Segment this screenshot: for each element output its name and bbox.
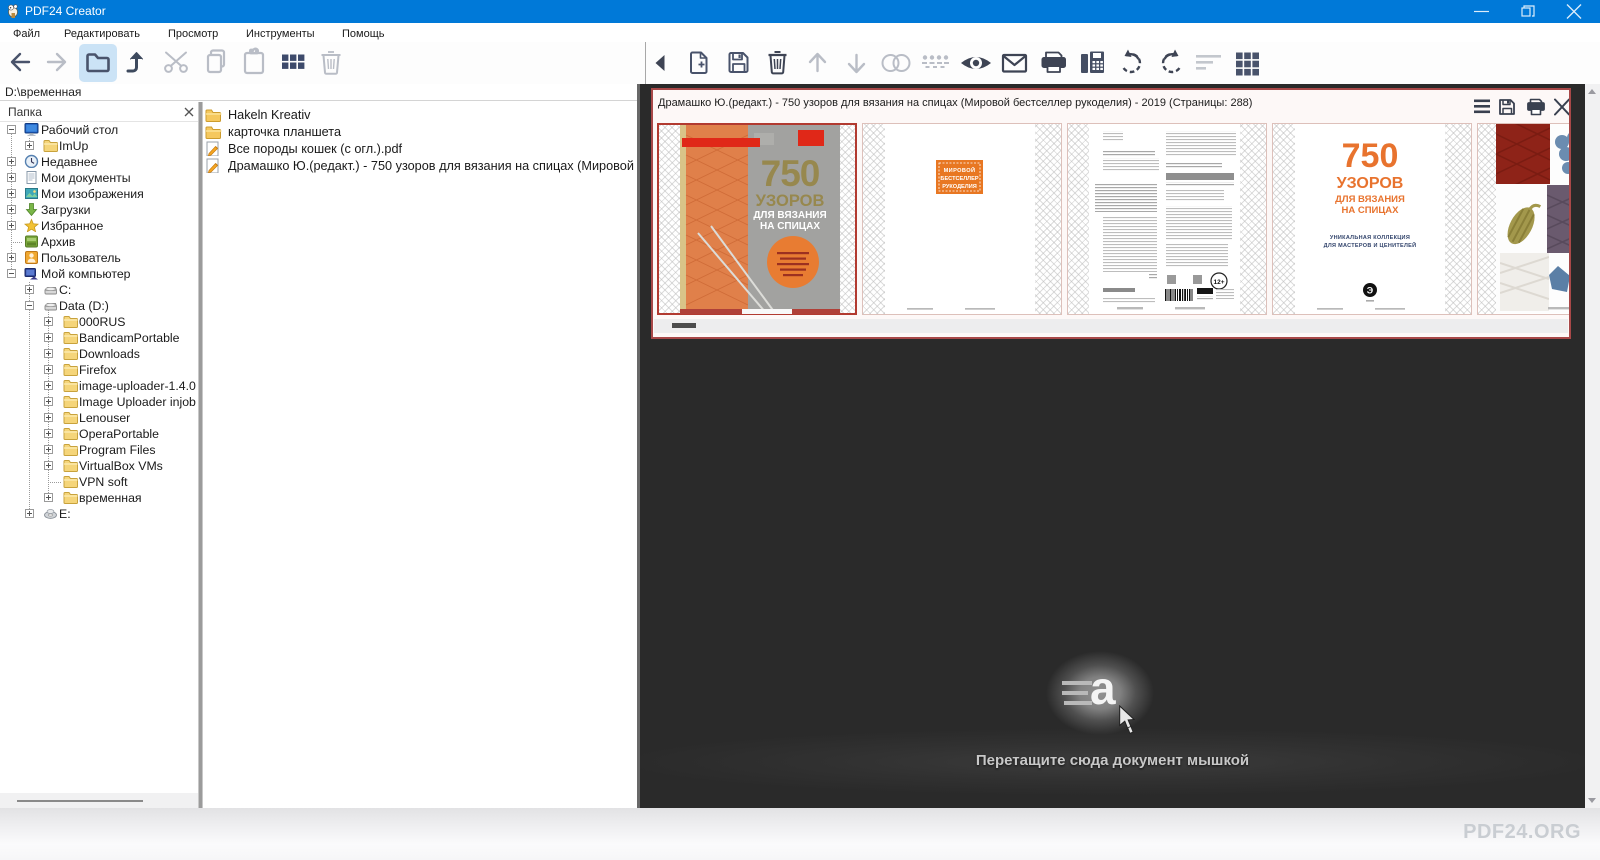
svg-text:ДЛЯ МАСТЕРОВ И ЦЕНИТЕЛЕЙ: ДЛЯ МАСТЕРОВ И ЦЕНИТЕЛЕЙ: [1324, 241, 1417, 249]
svg-text:ДЛЯ ВЯЗАНИЯ: ДЛЯ ВЯЗАНИЯ: [1335, 194, 1405, 205]
svg-text:НА СПИЦАХ: НА СПИЦАХ: [1341, 205, 1399, 216]
svg-text:МИРОВОЙ: МИРОВОЙ: [944, 166, 976, 174]
svg-text:Э: Э: [1367, 286, 1374, 296]
svg-text:РУКОДЕЛИЯ: РУКОДЕЛИЯ: [942, 184, 977, 190]
svg-text:12+: 12+: [1213, 279, 1224, 286]
svg-text:УЗОРОВ: УЗОРОВ: [1337, 175, 1404, 192]
svg-text:УНИКАЛЬНАЯ КОЛЛЕКЦИЯ: УНИКАЛЬНАЯ КОЛЛЕКЦИЯ: [1330, 235, 1410, 241]
svg-text:750: 750: [1342, 137, 1399, 175]
svg-text:УЗОРОВ: УЗОРОВ: [756, 192, 825, 210]
svg-text:БЕСТСЕЛЛЕР: БЕСТСЕЛЛЕР: [940, 176, 978, 182]
svg-text:НА СПИЦАХ: НА СПИЦАХ: [760, 221, 820, 232]
svg-text:ДЛЯ ВЯЗАНИЯ: ДЛЯ ВЯЗАНИЯ: [753, 210, 826, 221]
svg-text:750: 750: [761, 153, 820, 194]
